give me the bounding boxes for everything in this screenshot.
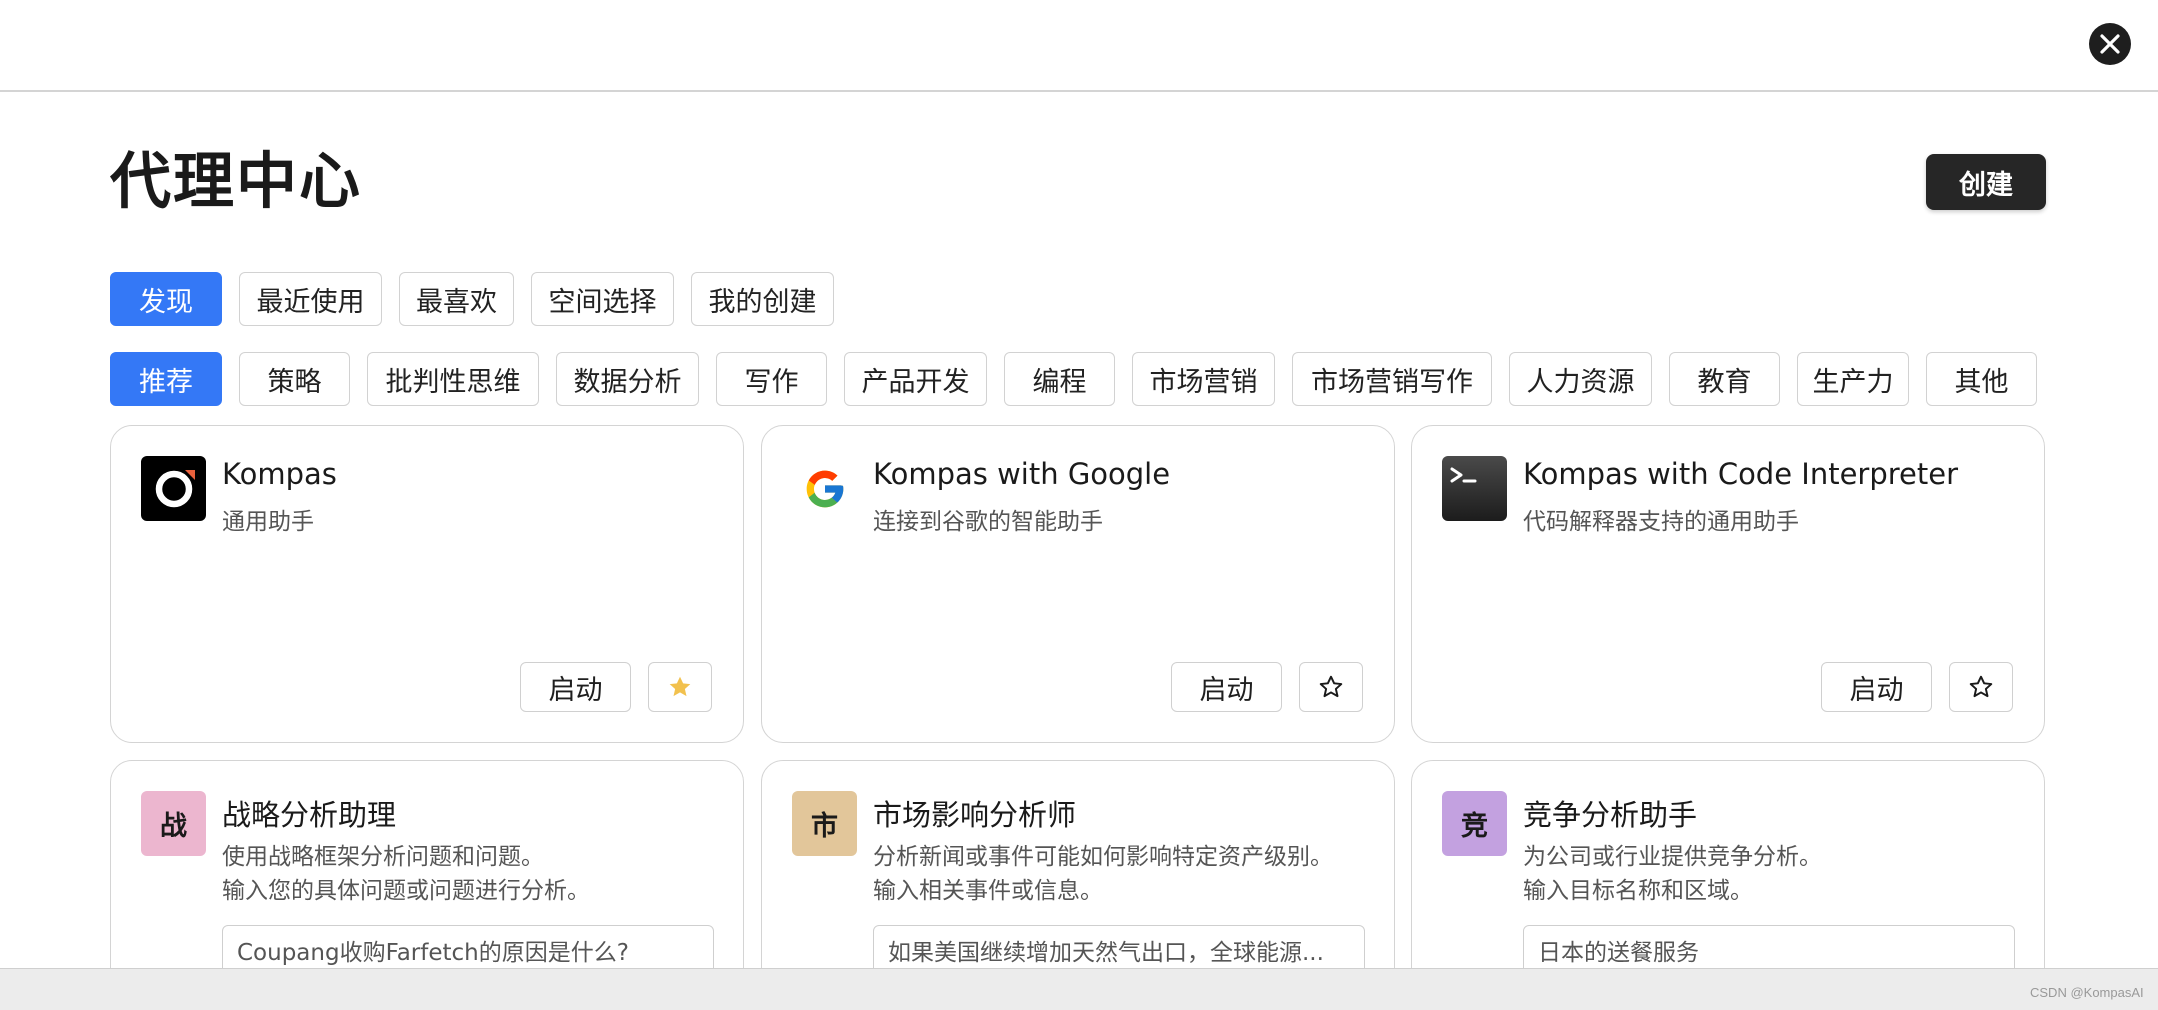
category-recommended[interactable]: 推荐 [110, 352, 222, 406]
description-line: 为公司或行业提供竞争分析。 [1523, 844, 1822, 870]
category-writing[interactable]: 写作 [716, 352, 827, 406]
main-tabs: 发现 最近使用 最喜欢 空间选择 我的创建 [110, 272, 851, 326]
prompt-input[interactable] [1523, 925, 2015, 968]
kompas-logo-icon [141, 456, 206, 521]
start-button[interactable]: 启动 [1171, 662, 1282, 712]
category-tabs: 推荐 策略 批判性思维 数据分析 写作 产品开发 编程 市场营销 市场营销写作 … [110, 352, 2054, 406]
description-line: 输入目标名称和区域。 [1523, 878, 1753, 904]
favorite-button[interactable] [1949, 662, 2013, 712]
star-filled-icon [669, 676, 691, 697]
competition-letter-icon: 竞 [1442, 791, 1507, 856]
agent-description: 连接到谷歌的智能助手 [873, 509, 1103, 535]
star-outline-icon [1319, 675, 1343, 698]
agent-description: 分析新闻或事件可能如何影响特定资产级别。 输入相关事件或信息。 [873, 840, 1333, 908]
tab-favorites[interactable]: 最喜欢 [399, 272, 514, 326]
category-product-dev[interactable]: 产品开发 [844, 352, 987, 406]
close-icon [2100, 34, 2120, 54]
category-marketing[interactable]: 市场营销 [1132, 352, 1275, 406]
description-line: 输入相关事件或信息。 [873, 878, 1103, 904]
google-logo-icon [792, 456, 857, 521]
favorite-button[interactable] [648, 662, 712, 712]
prompt-agent-card[interactable]: 竞 竞争分析助手 为公司或行业提供竞争分析。 输入目标名称和区域。 [1411, 760, 2045, 968]
agent-description: 使用战略框架分析问题和问题。 输入您的具体问题或问题进行分析。 [222, 840, 590, 908]
prompt-agent-card[interactable]: 战 战略分析助理 使用战略框架分析问题和问题。 输入您的具体问题或问题进行分析。 [110, 760, 744, 968]
watermark: CSDN @KompasAI [2030, 985, 2144, 1000]
start-button[interactable]: 启动 [1821, 662, 1932, 712]
category-education[interactable]: 教育 [1669, 352, 1780, 406]
category-programming[interactable]: 编程 [1004, 352, 1115, 406]
category-other[interactable]: 其他 [1926, 352, 2037, 406]
favorite-button[interactable] [1299, 662, 1363, 712]
terminal-icon [1442, 456, 1507, 521]
agent-title: Kompas [222, 457, 337, 491]
start-button[interactable]: 启动 [520, 662, 631, 712]
category-data-analysis[interactable]: 数据分析 [556, 352, 699, 406]
close-button[interactable] [2089, 23, 2131, 65]
agent-card[interactable]: Kompas 通用助手 启动 [110, 425, 744, 743]
create-button[interactable]: 创建 [1926, 154, 2046, 210]
agent-description: 通用助手 [222, 509, 314, 535]
prompt-input[interactable] [873, 925, 1365, 968]
tab-my-creations[interactable]: 我的创建 [691, 272, 834, 326]
description-line: 使用战略框架分析问题和问题。 [222, 844, 544, 870]
category-hr[interactable]: 人力资源 [1509, 352, 1652, 406]
prompt-input[interactable] [222, 925, 714, 968]
category-critical-thinking[interactable]: 批判性思维 [367, 352, 539, 406]
agent-description: 代码解释器支持的通用助手 [1523, 509, 1799, 535]
agent-title: 市场影响分析师 [873, 798, 1077, 832]
tab-discover[interactable]: 发现 [110, 272, 222, 326]
agent-title: 战略分析助理 [222, 798, 397, 832]
agent-title: 竞争分析助手 [1523, 798, 1698, 832]
prompt-agent-card[interactable]: 市 市场影响分析师 分析新闻或事件可能如何影响特定资产级别。 输入相关事件或信息… [761, 760, 1395, 968]
star-outline-icon [1969, 675, 1993, 698]
modal-topbar [0, 0, 2158, 92]
category-strategy[interactable]: 策略 [239, 352, 350, 406]
page-title: 代理中心 [110, 146, 363, 217]
description-line: 分析新闻或事件可能如何影响特定资产级别。 [873, 844, 1333, 870]
agent-description: 为公司或行业提供竞争分析。 输入目标名称和区域。 [1523, 840, 1822, 908]
market-letter-icon: 市 [792, 791, 857, 856]
agent-card[interactable]: Kompas with Google 连接到谷歌的智能助手 启动 [761, 425, 1395, 743]
agent-center-modal: 代理中心 创建 发现 最近使用 最喜欢 空间选择 我的创建 推荐 策略 批判性思… [0, 0, 2158, 969]
description-line: 输入您的具体问题或问题进行分析。 [222, 878, 590, 904]
category-productivity[interactable]: 生产力 [1797, 352, 1909, 406]
strategy-letter-icon: 战 [141, 791, 206, 856]
category-marketing-writing[interactable]: 市场营销写作 [1292, 352, 1492, 406]
tab-recent[interactable]: 最近使用 [239, 272, 382, 326]
tab-space-select[interactable]: 空间选择 [531, 272, 674, 326]
agent-title: Kompas with Google [873, 457, 1171, 491]
agent-card[interactable]: Kompas with Code Interpreter 代码解释器支持的通用助… [1411, 425, 2045, 743]
agent-title: Kompas with Code Interpreter [1523, 457, 1959, 491]
